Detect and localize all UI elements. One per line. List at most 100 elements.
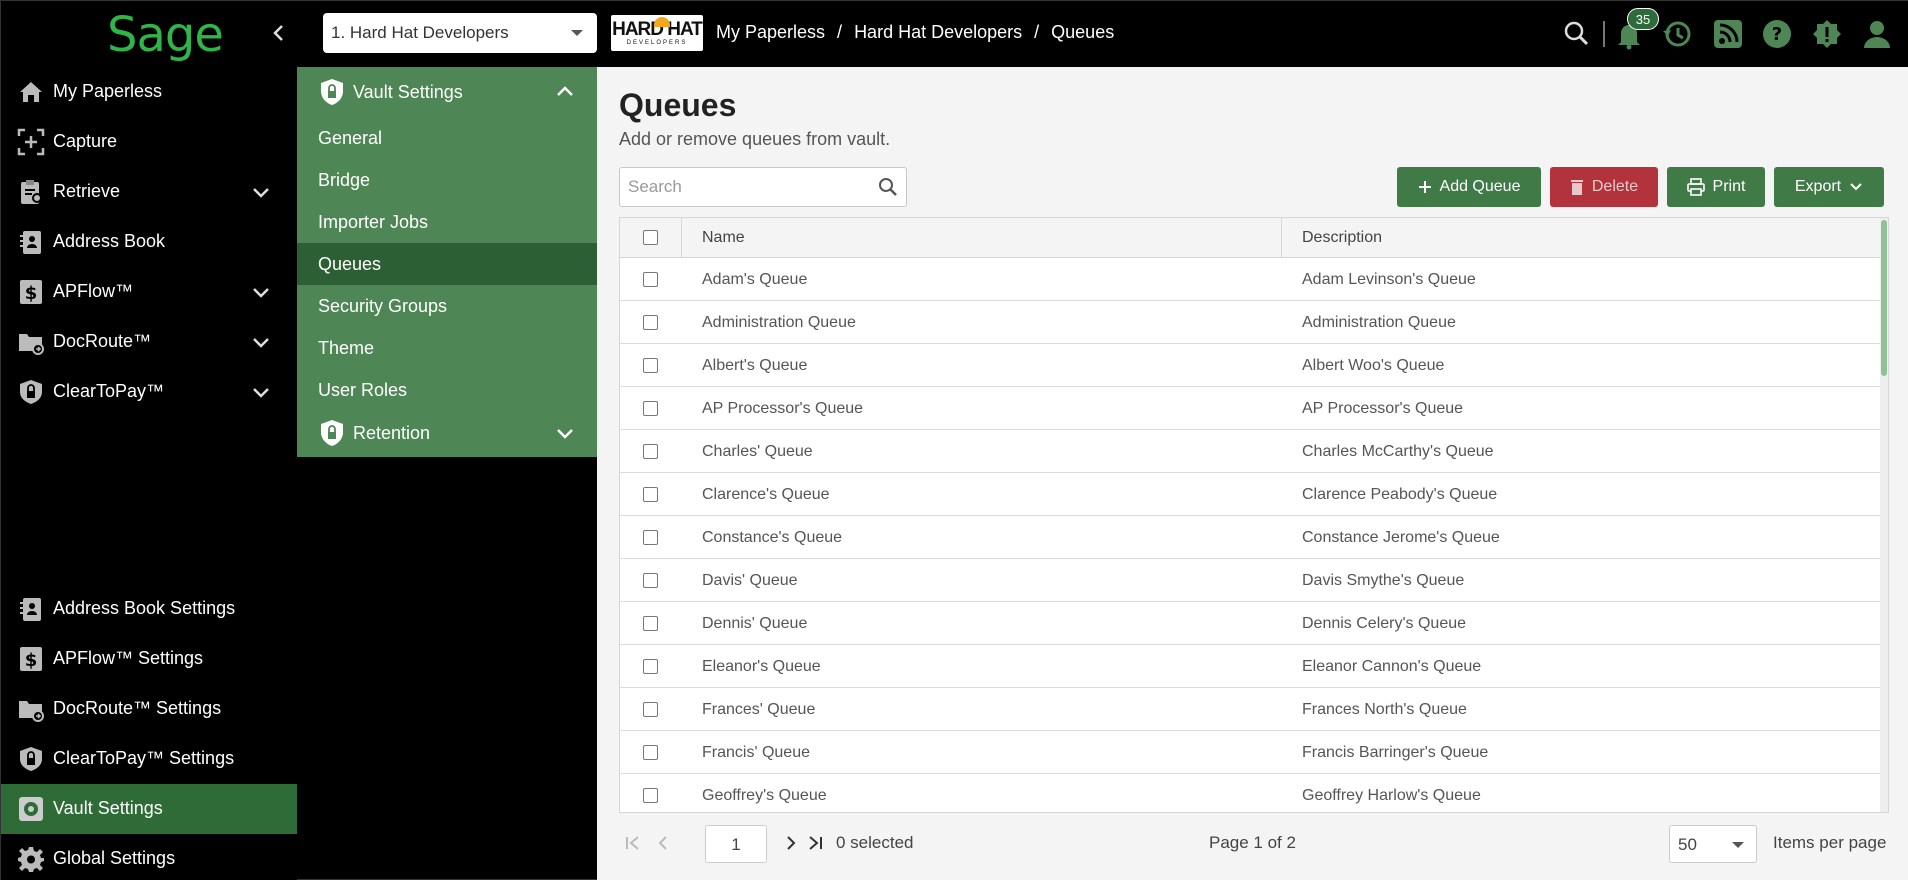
cell-name: Eleanor's Queue [702, 658, 821, 675]
nav-item-apflow[interactable]: $ APFlow™ [1, 267, 297, 317]
main-content: Queues Add or remove queues from vault. … [597, 67, 1908, 880]
table-row[interactable]: Geoffrey's Queue Geoffrey Harlow's Queue [620, 774, 1882, 812]
row-checkbox[interactable] [643, 487, 658, 502]
page-size-select[interactable]: 50 [1669, 825, 1757, 863]
export-button[interactable]: Export [1774, 167, 1884, 207]
plus-icon [1418, 181, 1431, 193]
nav-item-apflow-settings[interactable]: $ APFlow™ Settings [1, 634, 297, 684]
row-checkbox[interactable] [643, 272, 658, 287]
table-row[interactable]: Albert's Queue Albert Woo's Queue [620, 344, 1882, 387]
row-checkbox[interactable] [643, 444, 658, 459]
next-page-icon[interactable] [781, 833, 801, 853]
delete-button[interactable]: Delete [1550, 167, 1658, 207]
add-queue-button[interactable]: Add Queue [1397, 167, 1541, 207]
search-input[interactable] [620, 168, 860, 206]
subnav-header-vault-settings[interactable]: Vault Settings [297, 67, 597, 117]
prev-page-icon[interactable] [653, 833, 673, 853]
table-row[interactable]: Frances' Queue Frances North's Queue [620, 688, 1882, 731]
items-per-page-label: Items per page [1773, 833, 1887, 852]
column-header-name[interactable]: Name [682, 218, 1282, 258]
nav-label: APFlow™ Settings [53, 648, 204, 668]
subnav-item-bridge[interactable]: Bridge [297, 159, 597, 201]
select-all-checkbox[interactable] [643, 230, 658, 245]
alert-badge-icon[interactable] [1811, 18, 1843, 50]
table-row[interactable]: AP Processor's Queue AP Processor's Queu… [620, 387, 1882, 430]
row-checkbox[interactable] [643, 530, 658, 545]
scrollbar-thumb[interactable] [1881, 220, 1887, 376]
nav-item-address-book-settings[interactable]: Address Book Settings [1, 584, 297, 634]
last-page-icon[interactable] [805, 833, 825, 853]
grid-header: Name Description [620, 218, 1888, 258]
table-row[interactable]: Francis' Queue Francis Barringer's Queue [620, 731, 1882, 774]
search-icon[interactable] [878, 177, 898, 197]
nav-label: DocRoute™ [53, 331, 152, 351]
history-icon[interactable] [1661, 18, 1693, 50]
row-checkbox[interactable] [643, 573, 658, 588]
subnav-item-importer-jobs[interactable]: Importer Jobs [297, 201, 597, 243]
nav-item-retrieve[interactable]: Retrieve [1, 167, 297, 217]
user-avatar-icon[interactable] [1861, 18, 1893, 50]
caret-down-icon [571, 30, 583, 36]
row-checkbox[interactable] [643, 315, 658, 330]
nav-item-cleartopay-settings[interactable]: ClearToPay™ Settings [1, 734, 297, 784]
cell-description: Geoffrey Harlow's Queue [1302, 787, 1481, 804]
print-label: Print [1712, 178, 1746, 195]
table-row[interactable]: Adam's Queue Adam Levinson's Queue [620, 258, 1882, 301]
page-number-input[interactable]: 1 [705, 825, 767, 863]
notification-badge: 35 [1627, 8, 1659, 30]
subnav-item-theme[interactable]: Theme [297, 327, 597, 369]
cell-name: Constance's Queue [702, 529, 843, 546]
row-checkbox[interactable] [643, 788, 658, 803]
rss-feed-icon[interactable] [1712, 18, 1744, 50]
nav-item-docroute[interactable]: DocRoute™ [1, 317, 297, 367]
subnav-item-general[interactable]: General [297, 117, 597, 159]
nav-item-cleartopay[interactable]: ClearToPay™ [1, 367, 297, 417]
nav-item-docroute-settings[interactable]: DocRoute™ Settings [1, 684, 297, 734]
chevron-left-icon [273, 25, 283, 41]
table-row[interactable]: Dennis' Queue Dennis Celery's Queue [620, 602, 1882, 645]
breadcrumb-vault[interactable]: Hard Hat Developers [854, 22, 1022, 43]
cell-description: Frances North's Queue [1302, 701, 1467, 718]
row-checkbox[interactable] [643, 745, 658, 760]
vault-select[interactable]: 1. Hard Hat Developers [323, 13, 597, 53]
cell-name: Francis' Queue [702, 744, 810, 761]
cell-name: Frances' Queue [702, 701, 816, 718]
nav-item-vault-settings[interactable]: Vault Settings [1, 784, 297, 834]
row-checkbox[interactable] [643, 702, 658, 717]
sage-logo[interactable]: Sage [107, 7, 224, 63]
table-row[interactable]: Eleanor's Queue Eleanor Cannon's Queue [620, 645, 1882, 688]
nav-item-capture[interactable]: Capture [1, 117, 297, 167]
divider [1603, 21, 1605, 47]
first-page-icon[interactable] [623, 833, 643, 853]
cell-name: Davis' Queue [702, 572, 798, 589]
row-checkbox[interactable] [643, 401, 658, 416]
nav-item-my-paperless[interactable]: My Paperless [1, 67, 297, 117]
table-row[interactable]: Davis' Queue Davis Smythe's Queue [620, 559, 1882, 602]
table-row[interactable]: Constance's Queue Constance Jerome's Que… [620, 516, 1882, 559]
row-checkbox[interactable] [643, 358, 658, 373]
nav-item-global-settings[interactable]: Global Settings [1, 834, 297, 880]
subnav-item-user-roles[interactable]: User Roles [297, 369, 597, 411]
chevron-up-icon [557, 86, 573, 96]
subnav-item-queues[interactable]: Queues [297, 243, 597, 285]
cell-name: Dennis' Queue [702, 615, 808, 632]
nav-item-address-book[interactable]: Address Book [1, 217, 297, 267]
subnav-item-security-groups[interactable]: Security Groups [297, 285, 597, 327]
help-icon[interactable]: ? [1761, 18, 1793, 50]
row-checkbox[interactable] [643, 659, 658, 674]
table-row[interactable]: Charles' Queue Charles McCarthy's Queue [620, 430, 1882, 473]
chevron-down-icon [253, 288, 269, 298]
grid-scrollbar[interactable] [1880, 218, 1888, 812]
address-book-icon [20, 598, 41, 621]
print-button[interactable]: Print [1667, 167, 1765, 207]
column-header-description[interactable]: Description [1282, 218, 1882, 258]
collapse-nav-button[interactable] [269, 19, 289, 47]
table-row[interactable]: Clarence's Queue Clarence Peabody's Queu… [620, 473, 1882, 516]
table-row[interactable]: Administration Queue Administration Queu… [620, 301, 1882, 344]
nav-label: Vault Settings [53, 798, 163, 818]
row-checkbox[interactable] [643, 616, 658, 631]
nav-label: DocRoute™ Settings [53, 698, 222, 718]
search-icon[interactable] [1561, 18, 1593, 50]
breadcrumb-home[interactable]: My Paperless [716, 22, 825, 43]
subnav-header-retention[interactable]: Retention [297, 408, 597, 458]
